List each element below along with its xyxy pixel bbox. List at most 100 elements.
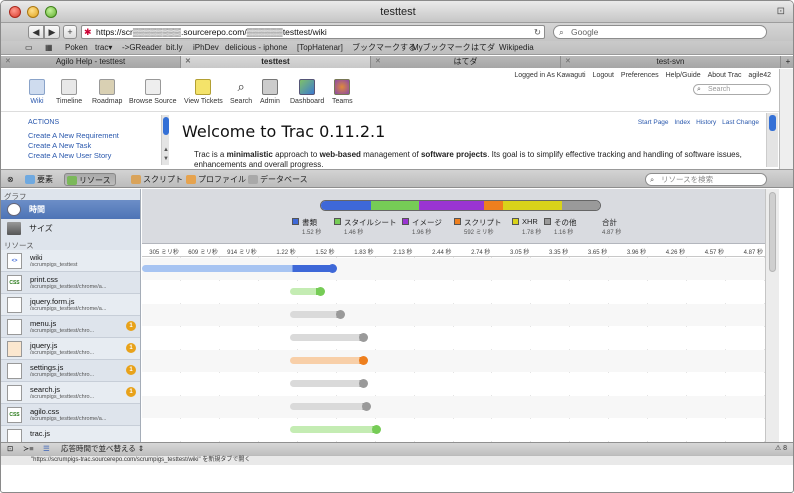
nav-search[interactable]: ⌕ Search bbox=[230, 79, 252, 105]
warning-badge[interactable]: 1 bbox=[126, 387, 136, 397]
resource-row[interactable]: trac.js bbox=[1, 426, 140, 442]
timeline-row[interactable] bbox=[142, 396, 765, 418]
bookmark-item[interactable]: はてダ bbox=[471, 41, 495, 55]
about-link[interactable]: About Trac bbox=[708, 72, 742, 79]
back-button[interactable]: ◀ bbox=[28, 25, 44, 39]
nav-timeline[interactable]: Timeline bbox=[56, 79, 82, 105]
tab-test-svn[interactable]: ✕ test-svn bbox=[561, 56, 781, 68]
resource-row[interactable]: jquery.js/scrumpigs_testtest/chro... 1 bbox=[1, 338, 140, 360]
dock-icon[interactable]: ⊡ bbox=[7, 443, 13, 455]
console-icon[interactable]: ≻≡ bbox=[23, 443, 34, 455]
nav-dashboard[interactable]: Dashboard bbox=[290, 79, 324, 105]
resource-row[interactable]: CSS agilo.css/scrumpigs_testtest/chrome/a… bbox=[1, 404, 140, 426]
warning-badge[interactable]: 1 bbox=[126, 365, 136, 375]
close-tab-icon[interactable]: ✕ bbox=[375, 56, 381, 68]
add-bookmark-button[interactable]: + bbox=[63, 25, 77, 39]
grid-icon[interactable]: ▦ bbox=[45, 41, 53, 55]
scroll-up-icon[interactable]: ▲ bbox=[162, 147, 170, 153]
bookmark-item[interactable]: delicious - iphone bbox=[225, 41, 287, 55]
web-search-field[interactable]: ⌕ Google bbox=[553, 25, 767, 39]
timeline-row[interactable] bbox=[142, 304, 765, 326]
agile42-link[interactable]: agile42 bbox=[748, 72, 771, 79]
resource-timing-bar[interactable] bbox=[142, 264, 338, 273]
bookmark-item[interactable]: ブックマークする bbox=[352, 41, 416, 55]
warning-badge[interactable]: 1 bbox=[126, 321, 136, 331]
list-icon[interactable]: ☰ bbox=[43, 443, 50, 455]
databases-tab[interactable]: データベース bbox=[246, 173, 308, 186]
bookmark-item[interactable]: ->GReader bbox=[122, 41, 162, 55]
trac-search-input[interactable]: ⌕ Search bbox=[693, 84, 771, 95]
resource-timing-bar[interactable] bbox=[290, 425, 381, 434]
resource-row[interactable]: menu.js/scrumpigs_testtest/chro... 1 bbox=[1, 316, 140, 338]
bookmark-item[interactable]: [TopHatenar] bbox=[297, 41, 343, 55]
bookmark-item[interactable]: iPhDev bbox=[193, 41, 219, 55]
timeline-row[interactable] bbox=[142, 327, 765, 349]
resource-row[interactable]: CSS print.css/scrumpigs_testtest/chrome/a… bbox=[1, 272, 140, 294]
bookmark-item[interactable]: Wikipedia bbox=[499, 41, 534, 55]
resource-row[interactable]: settings.js/scrumpigs_testtest/chro... 1 bbox=[1, 360, 140, 382]
bookmark-item[interactable]: Myブックマーク bbox=[412, 41, 471, 55]
resource-timing-bar[interactable] bbox=[290, 356, 369, 365]
nav-roadmap[interactable]: Roadmap bbox=[92, 79, 122, 105]
timeline-row[interactable] bbox=[142, 350, 765, 372]
close-tab-icon[interactable]: ✕ bbox=[565, 56, 571, 68]
reload-icon[interactable]: ↻ bbox=[534, 26, 541, 38]
help-link[interactable]: Help/Guide bbox=[666, 72, 701, 79]
close-tab-icon[interactable]: ✕ bbox=[185, 56, 191, 68]
warning-count[interactable]: ⚠ 8 bbox=[775, 443, 787, 455]
action-link[interactable]: Create A New Requirement bbox=[28, 131, 119, 141]
forward-button[interactable]: ▶ bbox=[44, 25, 60, 39]
bookmark-item[interactable]: Poken bbox=[65, 41, 88, 55]
page-scrollbar[interactable] bbox=[779, 69, 793, 169]
new-tab-button[interactable]: + bbox=[781, 56, 793, 68]
sort-select[interactable]: 応答時間で並べ替える ⇕ bbox=[61, 443, 144, 455]
scroll-thumb[interactable] bbox=[163, 117, 169, 135]
url-field[interactable]: ✱ https://scr▒▒▒▒▒▒▒▒.sourcerepo.com/▒▒▒… bbox=[81, 25, 545, 39]
nav-admin[interactable]: Admin bbox=[260, 79, 280, 105]
tab-hatena[interactable]: ✕ はてダ bbox=[371, 56, 561, 68]
resource-search-input[interactable]: ⌕ リソースを検索 bbox=[645, 173, 767, 186]
preferences-link[interactable]: Preferences bbox=[621, 72, 659, 79]
timeline-row[interactable] bbox=[142, 281, 765, 303]
close-tab-icon[interactable]: ✕ bbox=[5, 56, 11, 68]
content-scrollbar[interactable] bbox=[766, 113, 778, 167]
book-icon[interactable]: ▭ bbox=[25, 41, 33, 55]
resource-row[interactable]: <> wiki/scrumpigs_testtest bbox=[1, 250, 140, 272]
scroll-down-icon[interactable]: ▼ bbox=[162, 156, 170, 162]
scripts-tab[interactable]: スクリプト bbox=[129, 173, 183, 186]
timeline-row[interactable] bbox=[142, 419, 765, 441]
resource-timing-bar[interactable] bbox=[290, 379, 369, 388]
tab-testtest[interactable]: ✕ testtest bbox=[181, 56, 371, 68]
scroll-thumb[interactable] bbox=[769, 192, 776, 272]
timeline-row[interactable] bbox=[142, 373, 765, 395]
action-link[interactable]: Create A New User Story bbox=[28, 151, 119, 161]
resource-row[interactable]: jquery.form.js/scrumpigs_testtest/chrome… bbox=[1, 294, 140, 316]
nav-wiki[interactable]: Wiki bbox=[29, 79, 45, 105]
bookmark-item[interactable]: bit.ly bbox=[166, 41, 182, 55]
tab-agilo-help[interactable]: ✕ Agilo Help - testtest bbox=[1, 56, 181, 68]
graph-time[interactable]: 時間 bbox=[1, 200, 140, 219]
timeline-scrollbar[interactable] bbox=[765, 189, 779, 442]
last-change-link[interactable]: Last Change bbox=[722, 119, 759, 126]
scroll-thumb[interactable] bbox=[769, 115, 776, 131]
nav-view-tickets[interactable]: View Tickets bbox=[184, 79, 223, 105]
history-link[interactable]: History bbox=[696, 119, 716, 126]
bookmark-item[interactable]: trac▾ bbox=[95, 41, 112, 55]
resources-tab[interactable]: リソース bbox=[64, 173, 116, 186]
resource-timing-bar[interactable] bbox=[290, 287, 325, 296]
resource-timing-bar[interactable] bbox=[290, 310, 346, 319]
timeline-row[interactable] bbox=[142, 258, 765, 280]
warning-badge[interactable]: 1 bbox=[126, 343, 136, 353]
nav-browse-source[interactable]: Browse Source bbox=[129, 79, 176, 105]
actions-scrollbar[interactable]: ▲ ▼ bbox=[161, 115, 169, 165]
nav-teams[interactable]: Teams bbox=[332, 79, 353, 105]
logout-link[interactable]: Logout bbox=[593, 72, 614, 79]
profiles-tab[interactable]: プロファイル bbox=[184, 173, 246, 186]
start-page-link[interactable]: Start Page bbox=[638, 119, 669, 126]
index-link[interactable]: Index bbox=[674, 119, 690, 126]
action-link[interactable]: Create A New Task bbox=[28, 141, 119, 151]
resource-row[interactable]: search.js/scrumpigs_testtest/chro... 1 bbox=[1, 382, 140, 404]
elements-tab[interactable]: 要素 bbox=[23, 173, 53, 186]
close-inspector-icon[interactable]: ⊗ bbox=[7, 173, 14, 186]
resource-timing-bar[interactable] bbox=[290, 333, 369, 342]
